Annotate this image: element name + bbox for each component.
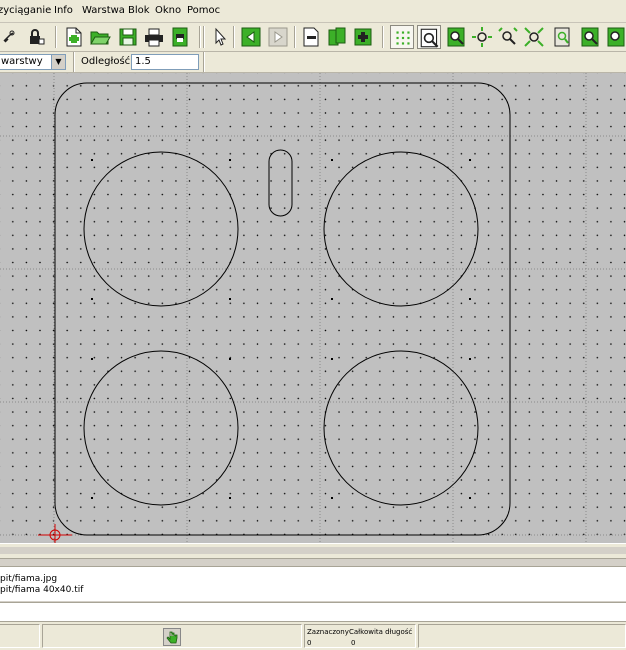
mounting-point: [469, 358, 471, 360]
command-input[interactable]: [0, 602, 626, 622]
mounting-point: [331, 298, 333, 300]
zoom-in-icon[interactable]: [444, 25, 468, 49]
status-panel: [42, 624, 302, 648]
drawing-svg: [0, 73, 626, 543]
zoom-previous-icon[interactable]: [550, 25, 574, 49]
toolbar-separator: [233, 26, 235, 48]
status-bar: Zaznaczony 0 Całkowita długość 0: [0, 622, 626, 650]
menu-block[interactable]: Blok: [128, 5, 150, 16]
burner-circle-top-left[interactable]: [83, 151, 239, 307]
print-preview-icon[interactable]: [168, 25, 192, 49]
distance-input[interactable]: 1.5: [131, 54, 199, 70]
options-separator: [73, 52, 75, 72]
drawing-canvas[interactable]: [0, 73, 626, 543]
mounting-point: [229, 497, 231, 499]
redo-icon[interactable]: [266, 25, 290, 49]
menu-layer[interactable]: Warstwa: [82, 5, 125, 16]
lock-icon[interactable]: [24, 25, 48, 49]
board-outline[interactable]: [54, 82, 511, 536]
zoom-redraw-icon[interactable]: [604, 25, 626, 49]
mounting-point: [229, 159, 231, 161]
mounting-point: [331, 497, 333, 499]
status-panel: Zaznaczony 0 Całkowita długość 0: [304, 624, 416, 648]
mounting-point: [91, 358, 93, 360]
major-grid: [0, 73, 626, 543]
zoom-window-icon[interactable]: [417, 25, 441, 49]
mounting-point: [91, 159, 93, 161]
total-length-label: Całkowita długość: [349, 628, 413, 636]
menu-window[interactable]: Okno: [155, 5, 181, 16]
select-pointer-icon[interactable]: [207, 25, 231, 49]
slot-outline[interactable]: [268, 149, 293, 217]
toolbar-separator: [294, 26, 296, 48]
history-line: pit/fiama 40x40.tif: [0, 585, 84, 595]
burner-circle-top-right[interactable]: [323, 151, 479, 307]
menu-help[interactable]: Pomoc: [187, 5, 220, 16]
mounting-point: [469, 159, 471, 161]
minus-icon[interactable]: [299, 25, 323, 49]
toolbar-separator: [55, 26, 57, 48]
command-history: pit/fiama.jpg pit/fiama 40x40.tif: [0, 566, 626, 601]
history-line: pit/fiama.jpg: [0, 574, 58, 584]
new-file-icon[interactable]: [62, 25, 86, 49]
block-icon[interactable]: [325, 25, 349, 49]
zoom-move-icon[interactable]: [470, 25, 494, 49]
horizontal-scrollbar[interactable]: [0, 543, 626, 559]
undo-icon[interactable]: [239, 25, 263, 49]
selected-value: 0: [307, 639, 312, 647]
menu-info[interactable]: Info: [54, 5, 73, 16]
burner-circle-bottom-left[interactable]: [83, 350, 239, 506]
grid-icon[interactable]: [390, 25, 414, 49]
distance-input-value: 1.5: [135, 56, 151, 67]
selected-label: Zaznaczony: [307, 628, 349, 636]
mounting-point: [469, 497, 471, 499]
hand-pointer-icon: [163, 628, 181, 646]
toolbar-separator: [199, 26, 201, 48]
layer-select[interactable]: warstwy ▼: [0, 54, 66, 70]
save-icon[interactable]: [116, 25, 140, 49]
mounting-point: [331, 358, 333, 360]
toolbar-separator: [203, 26, 205, 48]
mounting-point: [469, 298, 471, 300]
mounting-point: [91, 497, 93, 499]
zoom-auto-icon[interactable]: [578, 25, 602, 49]
scrollbar-track[interactable]: [0, 547, 626, 554]
menu-snap[interactable]: Przyciąganie: [0, 5, 51, 16]
status-panel: [418, 624, 626, 648]
burner-circle-bottom-right[interactable]: [323, 350, 479, 506]
status-panel: [0, 624, 40, 648]
mounting-point: [91, 298, 93, 300]
total-length-value: 0: [351, 639, 356, 647]
menu-bar: Przyciąganie Info Warstwa Blok Okno Pomo…: [0, 0, 626, 23]
mounting-point: [331, 159, 333, 161]
options-separator: [203, 52, 205, 72]
options-bar: warstwy ▼ Odległość: 1.5: [0, 52, 626, 73]
layer-link-icon[interactable]: [0, 25, 20, 49]
open-folder-icon[interactable]: [88, 25, 112, 49]
toolbar: [0, 23, 626, 52]
origin-crosshair-icon: [38, 524, 72, 543]
add-block-icon[interactable]: [351, 25, 375, 49]
chevron-down-icon[interactable]: ▼: [51, 55, 65, 69]
layer-select-value: warstwy: [1, 56, 43, 67]
toolbar-separator: [382, 26, 384, 48]
print-icon[interactable]: [142, 25, 166, 49]
mounting-points: [91, 159, 471, 499]
distance-label: Odległość:: [81, 56, 134, 67]
zoom-extents-icon[interactable]: [522, 25, 546, 49]
mounting-point: [229, 358, 231, 360]
mounting-point: [229, 298, 231, 300]
zoom-out-icon[interactable]: [496, 25, 520, 49]
